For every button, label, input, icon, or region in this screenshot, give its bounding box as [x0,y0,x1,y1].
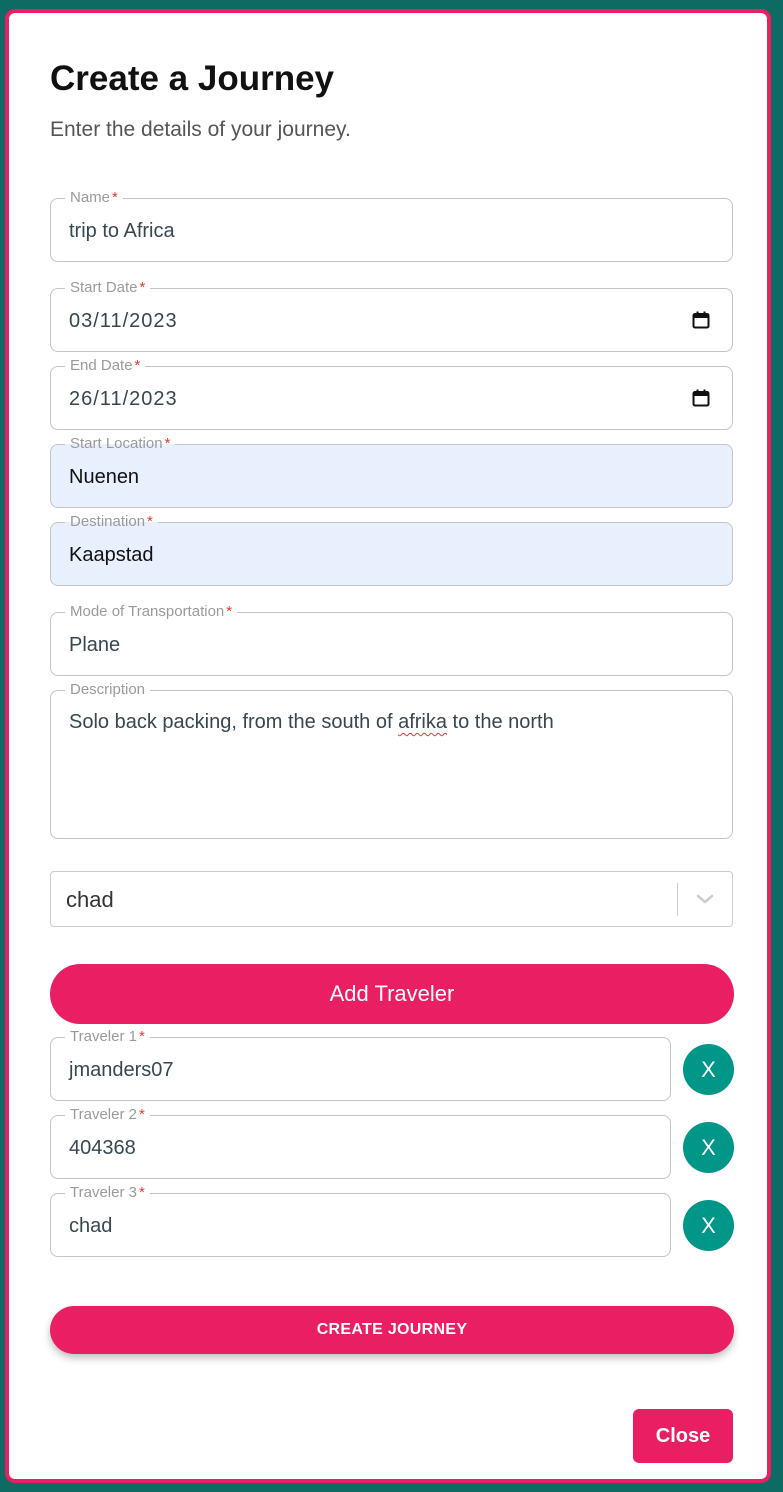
destination-label: Destination * [65,512,158,532]
name-input-value: trip to Africa [69,220,175,242]
transportation-input-value: Plane [69,634,121,656]
remove-traveler-button[interactable]: X [683,1200,734,1251]
start-date-label: Start Date * [65,278,151,298]
traveler-field-2[interactable]: Traveler 2 * 404368 [50,1105,671,1179]
traveler-input-value: chad [69,1215,113,1237]
transportation-label: Mode of Transportation * [65,602,238,622]
create-journey-dialog: Create a Journey Enter the details of yo… [5,9,771,1483]
required-mark: * [134,357,141,374]
remove-traveler-button[interactable]: X [683,1122,734,1173]
create-journey-button[interactable]: CREATE JOURNEY [50,1306,734,1354]
add-traveler-button[interactable]: Add Traveler [50,964,734,1024]
required-mark: * [138,1184,145,1201]
select-separator [677,883,678,916]
close-button[interactable]: Close [633,1409,733,1463]
traveler-input-value: jmanders07 [69,1059,174,1081]
required-mark: * [147,513,153,530]
name-label: Name * [65,188,123,208]
dialog-subtitle: Enter the details of your journey. [50,118,351,141]
traveler-field-1[interactable]: Traveler 1 * jmanders07 [50,1027,671,1101]
required-mark: * [138,1106,145,1123]
traveler-input-value: 404368 [69,1137,136,1159]
traveler-label: Traveler 3 * [65,1183,150,1203]
end-date-input-value: 26/11/2023 [69,388,178,410]
traveler-select[interactable]: chad [50,871,733,927]
calendar-icon[interactable] [692,389,710,407]
required-mark: * [164,435,171,452]
required-mark: * [138,1028,145,1045]
traveler-label: Traveler 2 * [65,1105,150,1125]
calendar-icon[interactable] [692,311,710,329]
spellcheck-error: afrika [398,711,447,733]
description-field[interactable]: Description Solo back packing, from the … [50,680,733,839]
required-mark: * [226,603,233,620]
start-date-input-value: 03/11/2023 [69,310,178,332]
chevron-down-icon[interactable] [695,892,715,906]
traveler-label: Traveler 1 * [65,1027,150,1047]
traveler-field-3[interactable]: Traveler 3 * chad [50,1183,671,1257]
remove-traveler-button[interactable]: X [683,1044,734,1095]
traveler-select-value: chad [66,887,114,912]
transportation-field[interactable]: Mode of Transportation * Plane [50,602,733,676]
description-input-value: Solo back packing, from the south of afr… [69,711,554,733]
description-label: Description [65,680,151,700]
dialog-title: Create a Journey [50,59,335,98]
name-field[interactable]: Name * trip to Africa [50,188,733,262]
start-location-input-value: Nuenen [69,466,140,488]
start-location-label: Start Location * [65,434,176,454]
required-mark: * [139,279,146,296]
end-date-field[interactable]: End Date * 26/11/2023 [50,356,733,430]
destination-field[interactable]: Destination * Kaapstad [50,512,733,586]
destination-input-value: Kaapstad [69,544,154,566]
required-mark: * [112,189,118,206]
start-date-field[interactable]: Start Date * 03/11/2023 [50,278,733,352]
start-location-field[interactable]: Start Location * Nuenen [50,434,733,508]
end-date-label: End Date * [65,356,146,376]
